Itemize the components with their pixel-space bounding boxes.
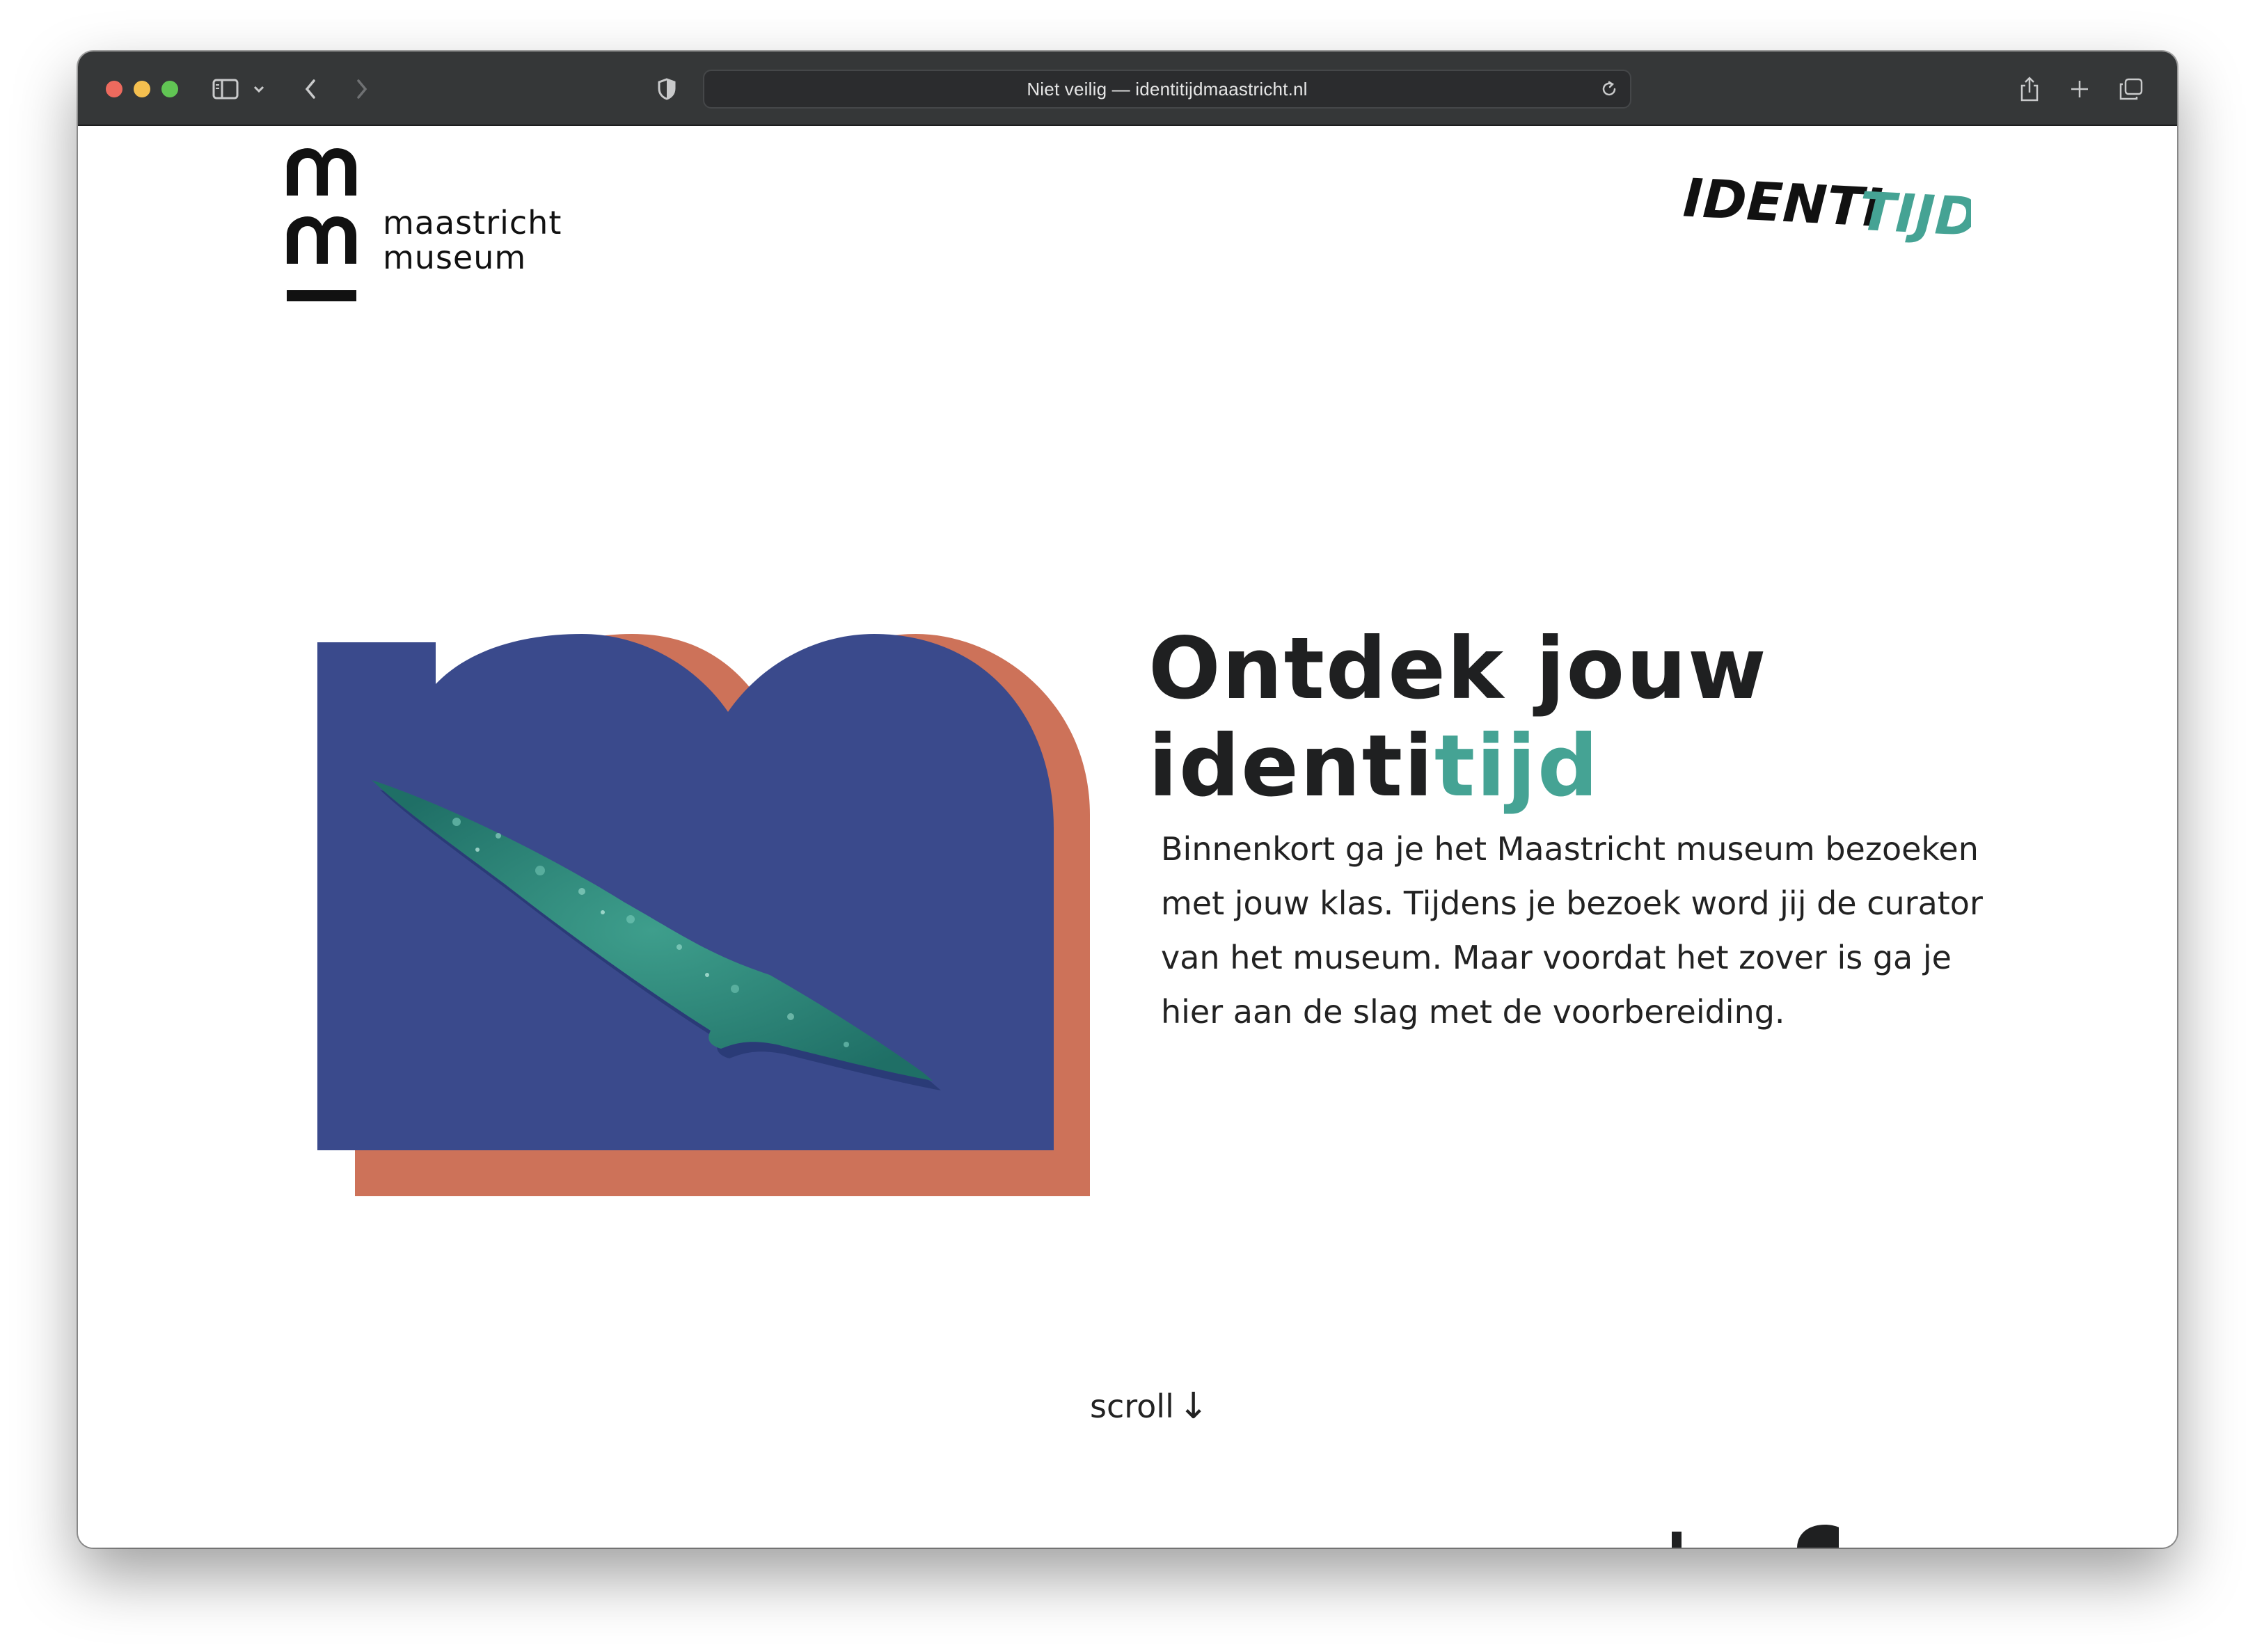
browser-toolbar: Niet veilig — identitijdmaastricht.nl bbox=[78, 51, 2177, 126]
zoom-window-button[interactable] bbox=[161, 81, 178, 97]
plus-icon[interactable] bbox=[2066, 72, 2094, 106]
chevron-right-icon[interactable] bbox=[348, 72, 376, 106]
browser-window: Niet veilig — identitijdmaastricht.nl ma… bbox=[78, 51, 2177, 1548]
hero-headline: Ontdek jouw identitijd bbox=[1148, 620, 1844, 815]
chevron-left-icon[interactable] bbox=[296, 72, 324, 106]
web-page: maastricht museum IDENTI TIJD Ontdek jou… bbox=[78, 126, 2177, 1548]
headline-identi: identi bbox=[1148, 717, 1434, 816]
mm-monogram-icon bbox=[287, 148, 356, 301]
tabs-icon[interactable] bbox=[2116, 72, 2146, 106]
sidebar-icon[interactable] bbox=[210, 72, 241, 106]
minimize-window-button[interactable] bbox=[134, 81, 150, 97]
maastricht-museum-logo[interactable]: maastricht museum bbox=[284, 147, 576, 307]
logo-line-maastricht: maastricht bbox=[383, 204, 562, 241]
scroll-indicator[interactable]: scroll ↓ bbox=[1090, 1385, 1208, 1427]
headline-line-1: Ontdek jouw bbox=[1148, 619, 1768, 718]
headline-tijd: tijd bbox=[1434, 717, 1600, 816]
address-bar[interactable]: Niet veilig — identitijdmaastricht.nl bbox=[703, 70, 1631, 109]
chevron-down-icon[interactable] bbox=[251, 72, 267, 106]
share-icon[interactable] bbox=[2016, 72, 2043, 106]
desktop-background: Niet veilig — identitijdmaastricht.nl ma… bbox=[0, 0, 2255, 1652]
identitijd-logo[interactable]: IDENTI TIJD bbox=[1679, 159, 1980, 257]
hero-illustration bbox=[317, 634, 1090, 1196]
brand-main-text: IDENTI bbox=[1682, 166, 1884, 239]
close-window-button[interactable] bbox=[106, 81, 122, 97]
scroll-label: scroll bbox=[1090, 1388, 1174, 1425]
headline-line-2: identitijd bbox=[1148, 717, 1844, 815]
arrow-down-icon: ↓ bbox=[1178, 1385, 1209, 1427]
reload-icon[interactable] bbox=[1597, 77, 1622, 102]
brand-accent-text: TIJD bbox=[1858, 180, 1971, 248]
hero-intro-text: Binnenkort ga je het Maastricht museum b… bbox=[1161, 830, 1983, 1031]
url-text: Niet veilig — identitijdmaastricht.nl bbox=[1027, 78, 1308, 100]
shield-icon[interactable] bbox=[653, 72, 681, 106]
blue-museum-shape bbox=[317, 634, 1054, 1150]
logo-line-museum: museum bbox=[383, 239, 527, 276]
next-section-heading-peek bbox=[1672, 1525, 1839, 1548]
